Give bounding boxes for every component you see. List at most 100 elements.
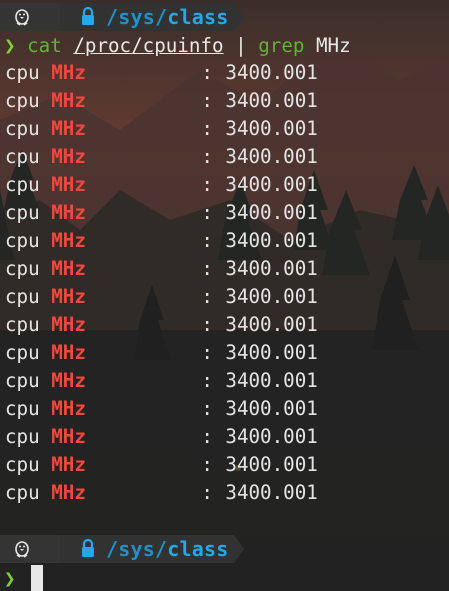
row-colon: : [201,313,213,336]
row-label: cpu [5,257,40,280]
lock-icon [82,6,94,25]
row-match: MHz [51,229,86,252]
path-dir-sys: sys [118,5,155,29]
output-row: cpu MHz :3400.001 [5,227,318,255]
row-colon: : [201,453,213,476]
row-label: cpu [5,425,40,448]
row-value: 3400.001 [225,369,318,392]
output-row: cpu MHz :3400.001 [5,423,318,451]
row-match: MHz [51,453,86,476]
row-label: cpu [5,61,40,84]
row-colon: : [201,369,213,392]
row-label: cpu [5,229,40,252]
row-value: 3400.001 [225,425,318,448]
terminal-window[interactable]: /sys/class ❯ cat /proc/cpuinfo | grep MH… [0,0,449,591]
row-colon: : [201,229,213,252]
row-match: MHz [51,313,86,336]
lock-icon [82,538,94,557]
row-label: cpu [5,369,40,392]
command-program: cat [27,34,62,57]
row-label: cpu [5,481,40,504]
row-label: cpu [5,397,40,420]
row-label: cpu [5,313,40,336]
row-match: MHz [51,341,86,364]
command-program-2: grep [258,34,305,57]
row-match: MHz [51,145,86,168]
row-match: MHz [51,201,86,224]
path-dir-sys: sys [118,537,155,561]
row-label: cpu [5,117,40,140]
command-argument: /proc/cpuinfo [73,34,224,57]
row-label: cpu [5,173,40,196]
row-colon: : [201,285,213,308]
text-cursor[interactable] [30,565,43,591]
command-pipe: | [235,34,247,57]
path-segment: /sys/class [60,535,235,563]
row-value: 3400.001 [225,61,318,84]
row-match: MHz [51,481,86,504]
row-colon: : [201,397,213,420]
row-colon: : [201,173,213,196]
row-match: MHz [51,369,86,392]
output-row: cpu MHz :3400.001 [5,311,318,339]
output-row: cpu MHz :3400.001 [5,367,318,395]
row-label: cpu [5,285,40,308]
row-match: MHz [51,257,86,280]
row-match: MHz [51,117,86,140]
row-colon: : [201,61,213,84]
row-label: cpu [5,201,40,224]
output-row: cpu MHz :3400.001 [5,59,318,87]
row-value: 3400.001 [225,341,318,364]
output-row: cpu MHz :3400.001 [5,87,318,115]
row-colon: : [201,481,213,504]
path-separator: / [154,537,168,561]
row-label: cpu [5,145,40,168]
row-value: 3400.001 [225,257,318,280]
row-value: 3400.001 [225,89,318,112]
row-colon: : [201,201,213,224]
os-segment [0,535,60,563]
row-label: cpu [5,453,40,476]
prompt-segments-2: /sys/class [0,535,245,563]
path-segment: /sys/class [60,3,235,31]
row-match: MHz [51,425,86,448]
row-match: MHz [51,285,86,308]
powerline-separator [234,535,245,563]
current-path: /sys/class [106,5,228,29]
output-row: cpu MHz :3400.001 [5,395,318,423]
os-segment [0,3,60,31]
command-output: cpu MHz :3400.001 cpu MHz :3400.001 cpu … [5,59,318,507]
row-value: 3400.001 [225,397,318,420]
path-root: / [106,537,119,561]
linux-tux-icon [15,541,29,558]
prompt-chevron: ❯ [4,566,16,590]
path-separator: / [154,5,168,29]
prompt-segments: /sys/class [0,3,245,31]
row-match: MHz [51,173,86,196]
path-dir-class: class [167,5,229,29]
command-line: ❯ cat /proc/cpuinfo | grep MHz [4,32,351,60]
row-match: MHz [51,89,86,112]
current-path: /sys/class [106,537,228,561]
row-label: cpu [5,341,40,364]
row-value: 3400.001 [225,201,318,224]
output-row: cpu MHz :3400.001 [5,171,318,199]
output-row: cpu MHz :3400.001 [5,199,318,227]
input-prompt[interactable]: ❯ [4,565,43,591]
row-value: 3400.001 [225,117,318,140]
row-value: 3400.001 [225,285,318,308]
row-value: 3400.001 [225,453,318,476]
row-match: MHz [51,61,86,84]
command-pattern: MHz [316,34,351,57]
row-value: 3400.001 [225,313,318,336]
row-label: cpu [5,89,40,112]
path-dir-class: class [167,537,229,561]
row-colon: : [201,89,213,112]
row-value: 3400.001 [225,481,318,504]
row-colon: : [201,117,213,140]
row-value: 3400.001 [225,173,318,196]
output-row: cpu MHz :3400.001 [5,451,318,479]
row-colon: : [201,257,213,280]
row-colon: : [201,341,213,364]
output-row: cpu MHz :3400.001 [5,143,318,171]
